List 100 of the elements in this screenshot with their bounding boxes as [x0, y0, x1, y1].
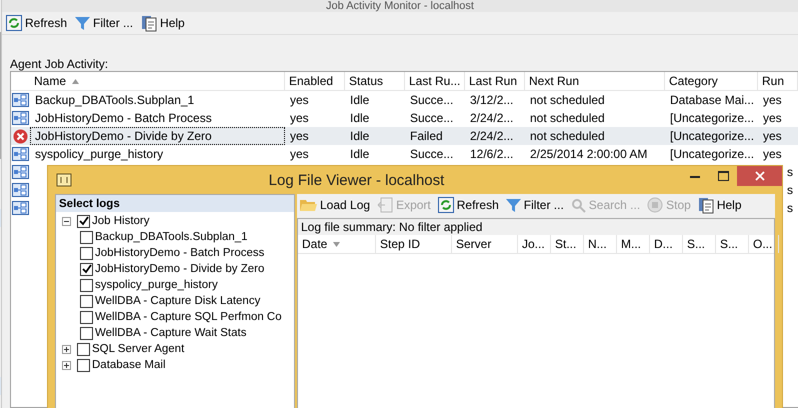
tree-item[interactable]: Database Mail — [92, 357, 166, 373]
expand-icon[interactable] — [62, 344, 71, 354]
stop-icon — [647, 197, 664, 213]
table-cell-text: yes — [289, 92, 310, 109]
table-cell-text: yes — [289, 146, 310, 163]
column-header[interactable]: Name — [30, 72, 285, 90]
column-header[interactable]: Run — [758, 72, 798, 90]
table-cell-text: Idle — [349, 146, 370, 163]
column-header[interactable]: S... — [683, 235, 716, 253]
window-title: Log File Viewer - localhost — [268, 172, 446, 188]
tree-item[interactable]: JobHistoryDemo - Batch Process — [95, 245, 264, 261]
column-header[interactable]: Step ID — [376, 235, 452, 253]
column-header[interactable]: Category — [665, 72, 758, 90]
table-cell-text: yes — [762, 110, 783, 127]
column-header[interactable]: Status — [345, 72, 405, 90]
column-header[interactable]: D... — [650, 235, 683, 253]
table-cell-text: JobHistoryDemo - Batch Process — [34, 110, 213, 127]
help-document-icon — [141, 14, 158, 32]
table-cell-text: not scheduled — [529, 92, 606, 109]
selected-row[interactable]: JobHistoryDemo - Divide by Zero yes Idle Failed 2/24/2... not scheduled [Uncategorize... yes — [11, 127, 798, 145]
toolbar-button[interactable]: Refresh — [438, 195, 499, 215]
expand-icon[interactable] — [62, 360, 71, 370]
column-header[interactable]: Next Run — [525, 72, 665, 90]
toolbar-button[interactable]: Refresh — [6, 13, 68, 33]
table-cell-text: Succe... — [409, 146, 454, 163]
table-cell-text: Succe... — [409, 110, 454, 127]
close-icon — [754, 171, 764, 181]
table-cell-text: [Uncategorize... — [669, 110, 756, 127]
tree-item[interactable]: Backup_DBATools.Subplan_1 — [95, 229, 248, 245]
column-header[interactable]: S... — [716, 235, 749, 253]
toolbar-button[interactable]: Load Log — [300, 195, 370, 215]
filter-icon — [75, 16, 90, 30]
table-cell: JobHistoryDemo - Divide by Zero — [30, 127, 285, 145]
folder-icon — [300, 198, 317, 212]
table-cell-text: yes — [762, 146, 783, 163]
checkbox[interactable] — [77, 358, 90, 372]
close-button[interactable] — [737, 166, 782, 186]
table-cell: s — [787, 201, 793, 215]
tree-item[interactable]: WellDBA - Capture SQL Perfmon Co — [95, 309, 282, 325]
checkbox[interactable] — [77, 342, 90, 356]
table-cell-text: Succe... — [409, 92, 454, 109]
sort-arrow-icon — [333, 242, 340, 246]
table-cell-text: Backup_DBATools.Subplan_1 — [34, 92, 196, 109]
checkbox[interactable] — [80, 230, 93, 244]
table-cell-text: not scheduled — [529, 128, 606, 145]
toolbar-button[interactable]: Filter ... — [75, 13, 134, 33]
table-cell-text: not scheduled — [529, 110, 606, 127]
checkbox[interactable] — [80, 326, 93, 340]
toolbar-button[interactable]: Help — [141, 13, 185, 33]
table-cell-text: syspolicy_purge_history — [34, 146, 164, 163]
table-cell-text: 2/24/2... — [469, 110, 514, 127]
tree-item[interactable]: syspolicy_purge_history — [95, 277, 218, 293]
log-summary: Log file summary: No filter applied — [301, 220, 482, 234]
sort-arrow-icon — [72, 78, 80, 84]
toolbar-button[interactable]: Filter ... — [506, 195, 564, 215]
table-cell-text: Failed — [409, 128, 444, 145]
log-viewer-icon — [56, 172, 72, 188]
column-header[interactable]: O... — [749, 235, 779, 253]
table-cell-text: 3/12/2... — [469, 92, 514, 109]
table-cell-text: Idle — [349, 110, 370, 127]
table-cell-text: yes — [289, 128, 310, 145]
table-cell-text: Database Mai... — [669, 92, 756, 109]
refresh-icon — [6, 15, 22, 31]
table-cell-text: yes — [289, 110, 310, 127]
tree-item[interactable]: JobHistoryDemo - Divide by Zero — [95, 261, 264, 277]
column-header[interactable]: Last Run — [465, 72, 525, 90]
table-cell-text: [Uncategorize... — [669, 128, 756, 145]
table-cell-text: Idle — [349, 128, 370, 145]
column-header[interactable]: M... — [617, 235, 650, 253]
checkbox[interactable] — [80, 262, 93, 276]
refresh-icon — [438, 197, 454, 213]
checkbox[interactable] — [80, 246, 93, 260]
pane-header: Select logs — [56, 195, 294, 212]
table-cell: s — [787, 165, 793, 179]
column-header[interactable]: St... — [551, 235, 584, 253]
checkbox[interactable] — [80, 278, 93, 292]
tree-item[interactable]: WellDBA - Capture Disk Latency — [95, 293, 260, 309]
table-cell-text: 12/6/2... — [469, 146, 514, 163]
column-header[interactable]: Jo... — [518, 235, 551, 253]
checkbox[interactable] — [77, 214, 90, 228]
column-header[interactable]: Last Ru... — [405, 72, 465, 90]
window-title: Job Activity Monitor - localhost — [326, 0, 474, 12]
table-cell-text: 2/25/2014 2:00:00 AM — [529, 146, 648, 163]
checkbox[interactable] — [80, 310, 93, 324]
column-header[interactable]: Date — [298, 235, 376, 253]
column-header[interactable]: Enabled — [285, 72, 345, 90]
table-cell-text: 2/24/2... — [469, 128, 514, 145]
section-label: Agent Job Activity: — [10, 57, 110, 71]
table-cell-text: yes — [762, 128, 783, 145]
tree-item[interactable]: Job History — [92, 213, 150, 229]
tree-item[interactable]: SQL Server Agent — [92, 341, 184, 357]
toolbar-button[interactable]: Help — [698, 195, 742, 215]
tree-item[interactable]: WellDBA - Capture Wait Stats — [95, 325, 246, 341]
export-icon — [377, 197, 394, 213]
column-header[interactable]: Server — [452, 235, 518, 253]
table-cell-text: yes — [762, 92, 783, 109]
collapse-icon[interactable] — [62, 216, 71, 226]
column-header[interactable]: N... — [584, 235, 617, 253]
help-document-icon — [698, 196, 714, 214]
checkbox[interactable] — [80, 294, 93, 308]
